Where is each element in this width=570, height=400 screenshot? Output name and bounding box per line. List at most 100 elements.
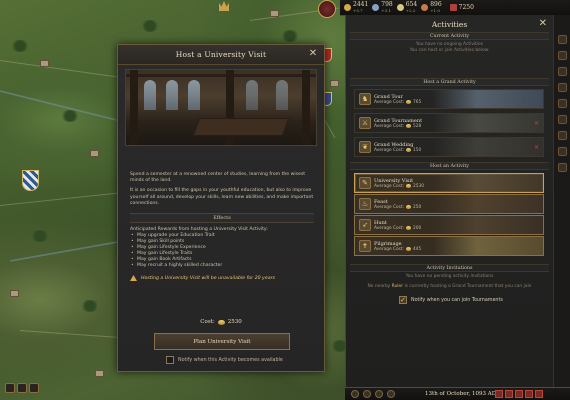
map-mode-button[interactable]	[5, 383, 15, 393]
map-city[interactable]	[330, 80, 339, 87]
cost-value: 150	[413, 147, 422, 153]
speed-step-icon[interactable]	[525, 390, 533, 398]
map-city[interactable]	[95, 370, 104, 377]
notify-checkbox[interactable]	[166, 356, 174, 364]
grand-activity-row[interactable]: ♞ Grand Tour Average Cost: 765	[354, 89, 544, 109]
gold-coin-icon	[406, 100, 412, 104]
decisions-icon[interactable]	[558, 115, 567, 124]
map-mode-button[interactable]	[17, 383, 27, 393]
tournament-icon: ⚔	[359, 117, 371, 129]
lifestyle-icon[interactable]	[558, 131, 567, 140]
realm-gem-icon[interactable]	[318, 0, 336, 18]
map-city[interactable]	[270, 10, 279, 17]
right-menu-bar	[553, 15, 570, 387]
cost-label: Average Cost:	[374, 99, 405, 105]
invitations-note: You have no pending activity invitations	[346, 274, 553, 280]
outliner-icon[interactable]	[351, 390, 359, 398]
levies-resource[interactable]: 7250	[449, 3, 474, 11]
illustration-window	[246, 80, 258, 110]
plan-activity-button[interactable]: Plan University Visit	[154, 333, 290, 350]
panel-title: Activities	[431, 20, 468, 29]
notify-tournaments-checkbox[interactable]: ✓	[399, 296, 407, 304]
grand-activity-row[interactable]: ⚔ Grand Tournament Average Cost: 528 ✕	[354, 113, 544, 133]
gold-coin-icon	[406, 184, 412, 188]
faith-icon[interactable]	[558, 99, 567, 108]
cost-label: Average Cost:	[374, 225, 405, 231]
military-icon[interactable]	[558, 35, 567, 44]
coat-of-arms-icon[interactable]	[22, 170, 39, 191]
settings-icon[interactable]	[363, 390, 371, 398]
illustration-beam	[126, 74, 316, 77]
description-paragraph: Spend a semester at a renowned center of…	[130, 172, 306, 184]
modal-body: Spend a semester at a renowned center of…	[118, 146, 324, 282]
levies-value: 7250	[458, 3, 474, 11]
renown-resource[interactable]: 896 +1.0	[421, 1, 442, 14]
effects-header: Effects	[130, 213, 314, 224]
feast-thumbnail	[433, 195, 543, 213]
piety-resource[interactable]: 654 +2.2	[396, 1, 417, 14]
map-city[interactable]	[40, 60, 49, 67]
activity-row-feast[interactable]: ♨ Feast Average Cost: 250	[354, 194, 544, 214]
gold-resource[interactable]: 2441 +5.7	[344, 1, 368, 14]
game-speed-controls[interactable]	[495, 390, 543, 398]
activity-cost: Cost: 2530	[118, 319, 324, 325]
ruler-link[interactable]: Ruler	[392, 284, 403, 289]
cost-value: 2530	[227, 319, 242, 325]
host-activity-header: Host an Activity	[350, 162, 549, 170]
cooldown-warning: Hosting a University Visit will be unava…	[130, 275, 314, 282]
illustration-pillar	[302, 70, 310, 145]
map-forest	[10, 40, 30, 52]
close-icon[interactable]: ✕	[539, 18, 547, 29]
renown-icon	[421, 4, 429, 11]
map-mode-button[interactable]	[29, 383, 39, 393]
time-bar: 13th of October, 1093 AD	[345, 387, 570, 400]
no-invitations-text: You have no pending activity invitations	[405, 274, 494, 279]
grand-wedding-thumbnail	[433, 138, 543, 156]
speed-step-icon[interactable]	[495, 390, 503, 398]
cost-value: 250	[413, 204, 422, 210]
pilgrimage-icon: ✝	[359, 240, 371, 252]
activity-row-hunt[interactable]: ➶ Hunt Average Cost: 200	[354, 215, 544, 235]
map-river	[9, 240, 119, 262]
illustration-window	[276, 80, 288, 110]
gold-coin-icon	[406, 124, 412, 128]
map-forest	[30, 230, 50, 242]
map-city[interactable]	[10, 290, 19, 297]
gold-coin-icon	[217, 319, 225, 325]
map-city[interactable]	[90, 150, 99, 157]
grand-activity-row[interactable]: ❦ Grand Wedding Average Cost: 150 ✕	[354, 137, 544, 157]
speed-step-icon[interactable]	[505, 390, 513, 398]
gold-coin-icon	[344, 4, 351, 11]
notify-available-toggle[interactable]: Notify when this Activity becomes availa…	[166, 356, 283, 364]
court-icon[interactable]	[558, 67, 567, 76]
rewards-list: Anticipated Rewards from hosting a Unive…	[130, 227, 314, 269]
crown-icon[interactable]	[219, 1, 229, 11]
map-road	[324, 120, 336, 139]
intrigue-icon[interactable]	[558, 83, 567, 92]
close-icon[interactable]: ✕	[308, 49, 318, 59]
activity-row-pilgrimage[interactable]: ✝ Pilgrimage Average Cost: 445	[354, 236, 544, 256]
speed-step-icon[interactable]	[535, 390, 543, 398]
tournament-note-suffix: is currently hosting a Grand Tournament …	[404, 284, 532, 289]
current-activity-header: Current Activity	[350, 32, 549, 40]
warning-text: Hosting a University Visit will be unava…	[141, 275, 275, 281]
cost-value: 528	[413, 123, 422, 129]
cost-value: 765	[413, 99, 422, 105]
description-paragraph: It is an occasion to fill the gaps in yo…	[130, 188, 314, 206]
reward-item[interactable]: May recruit a highly skilled character	[130, 263, 314, 269]
cost-value: 2530	[413, 183, 424, 189]
hunt-icon: ➶	[359, 219, 371, 231]
encyclopedia-icon[interactable]	[558, 163, 567, 172]
council-icon[interactable]	[558, 51, 567, 60]
ledger-icon[interactable]	[375, 390, 383, 398]
search-icon[interactable]	[387, 390, 395, 398]
game-date[interactable]: 13th of October, 1093 AD	[425, 388, 496, 400]
activity-row-university-visit[interactable]: ✎ University Visit Average Cost: 2530	[354, 173, 544, 193]
host-activity-modal: Host a University Visit ✕ Spend a semest…	[117, 44, 325, 372]
renown-delta: +1.0	[430, 7, 440, 13]
notify-tournaments-toggle[interactable]: ✓ Notify when you can join Tournaments	[399, 296, 503, 304]
unavailable-icon: ✕	[533, 144, 539, 151]
activities-icon[interactable]	[558, 147, 567, 156]
speed-step-icon[interactable]	[515, 390, 523, 398]
prestige-resource[interactable]: 798 +3.1	[372, 1, 393, 14]
